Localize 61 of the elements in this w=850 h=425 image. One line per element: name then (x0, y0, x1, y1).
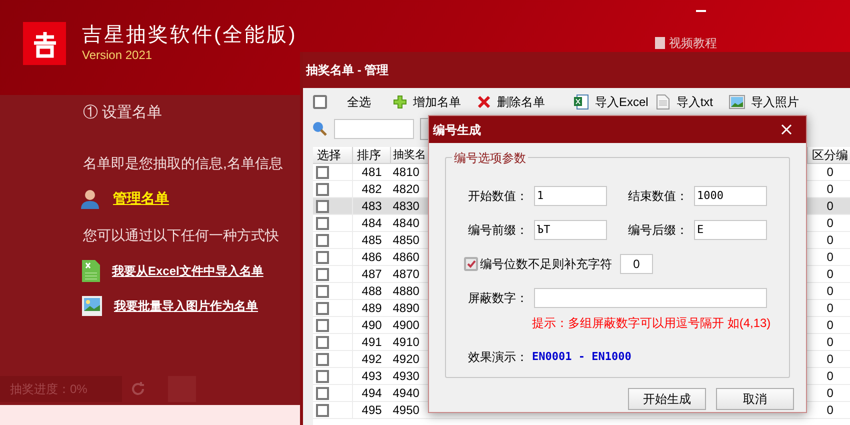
dialog-title: 编号生成 (433, 122, 481, 138)
table-cell-text: 0 (826, 317, 834, 334)
table-cell-text: 4940 (392, 385, 420, 402)
table-cell-text: 482 (360, 181, 383, 198)
table-cell-text: 4810 (392, 164, 420, 181)
table-cell-text: 495 (360, 402, 383, 419)
table-cell-text: 0 (826, 300, 834, 317)
table-cell-text: 486 (360, 249, 383, 266)
table-cell-text: 0 (826, 266, 834, 283)
table-cell-text: 494 (360, 385, 383, 402)
table-cell-text: 0 (826, 402, 834, 419)
description-text: 名单即是您抽取的信息,名单信息 (83, 154, 283, 173)
preview-value: EN0001 - EN1000 (532, 348, 632, 365)
hint-text: 提示：多组屏蔽数字可以用逗号隔开 如(4,13) (532, 315, 772, 332)
methods-text: 您可以通过以下任何一种方式快 (83, 226, 279, 245)
group-title: 编号选项参数 (452, 149, 528, 167)
table-cell-text: 0 (826, 368, 834, 385)
table-cell-text: 4850 (392, 232, 420, 249)
table-cell-text: 4890 (392, 300, 420, 317)
table-cell-text: 4910 (392, 334, 420, 351)
table-cell-text: 0 (826, 215, 834, 232)
mask-label: 屏蔽数字： (468, 290, 529, 307)
section-title: ① 设置名单 (83, 103, 162, 123)
table-cell-text: 4880 (392, 283, 420, 300)
table-cell-text: 0 (826, 198, 834, 215)
table-cell-text: 483 (360, 198, 383, 215)
table-cell-text: 487 (360, 266, 383, 283)
app-title: 吉星抽奖软件(全能版) (82, 23, 298, 48)
field-label: 结束数值： (628, 188, 689, 205)
table-cell-text: 4840 (392, 215, 420, 232)
table-cell-text: 0 (826, 351, 834, 368)
table-cell-text: 4830 (392, 198, 420, 215)
field-label: 编号前缀： (468, 222, 529, 239)
table-cell-text: 485 (360, 232, 383, 249)
table-cell-text: 4860 (392, 249, 420, 266)
table-cell-text: 492 (360, 351, 383, 368)
table-cell-text: 489 (360, 300, 383, 317)
table-cell-text: 491 (360, 334, 383, 351)
table-cell-text: 0 (826, 181, 834, 198)
table-cell-text: 4950 (392, 402, 420, 419)
table-cell-text: 488 (360, 283, 383, 300)
field-label: 编号后缀： (628, 222, 689, 239)
table-cell-text: 4920 (392, 351, 420, 368)
preview-label: 效果演示： (468, 349, 529, 366)
table-cell-text: 0 (826, 249, 834, 266)
table-cell-text: 481 (360, 164, 383, 181)
table-cell-text: 493 (360, 368, 383, 385)
table-cell-text: 0 (826, 385, 834, 402)
app-version: Version 2021 (82, 48, 154, 62)
table-cell-text: 4820 (392, 181, 420, 198)
table-cell-text: 484 (360, 215, 383, 232)
table-cell-text: 4870 (392, 266, 420, 283)
table-cell-text: 490 (360, 317, 383, 334)
field-label: 开始数值： (468, 188, 529, 205)
table-cell-text: 4930 (392, 368, 420, 385)
table-cell-text: 4900 (392, 317, 420, 334)
table-cell-text: 0 (826, 283, 834, 300)
window-title: 抽奖名单 - 管理 (306, 62, 389, 79)
table-cell-text: 0 (826, 164, 834, 181)
table-cell-text: 0 (826, 232, 834, 249)
table-cell-text: 0 (826, 334, 834, 351)
